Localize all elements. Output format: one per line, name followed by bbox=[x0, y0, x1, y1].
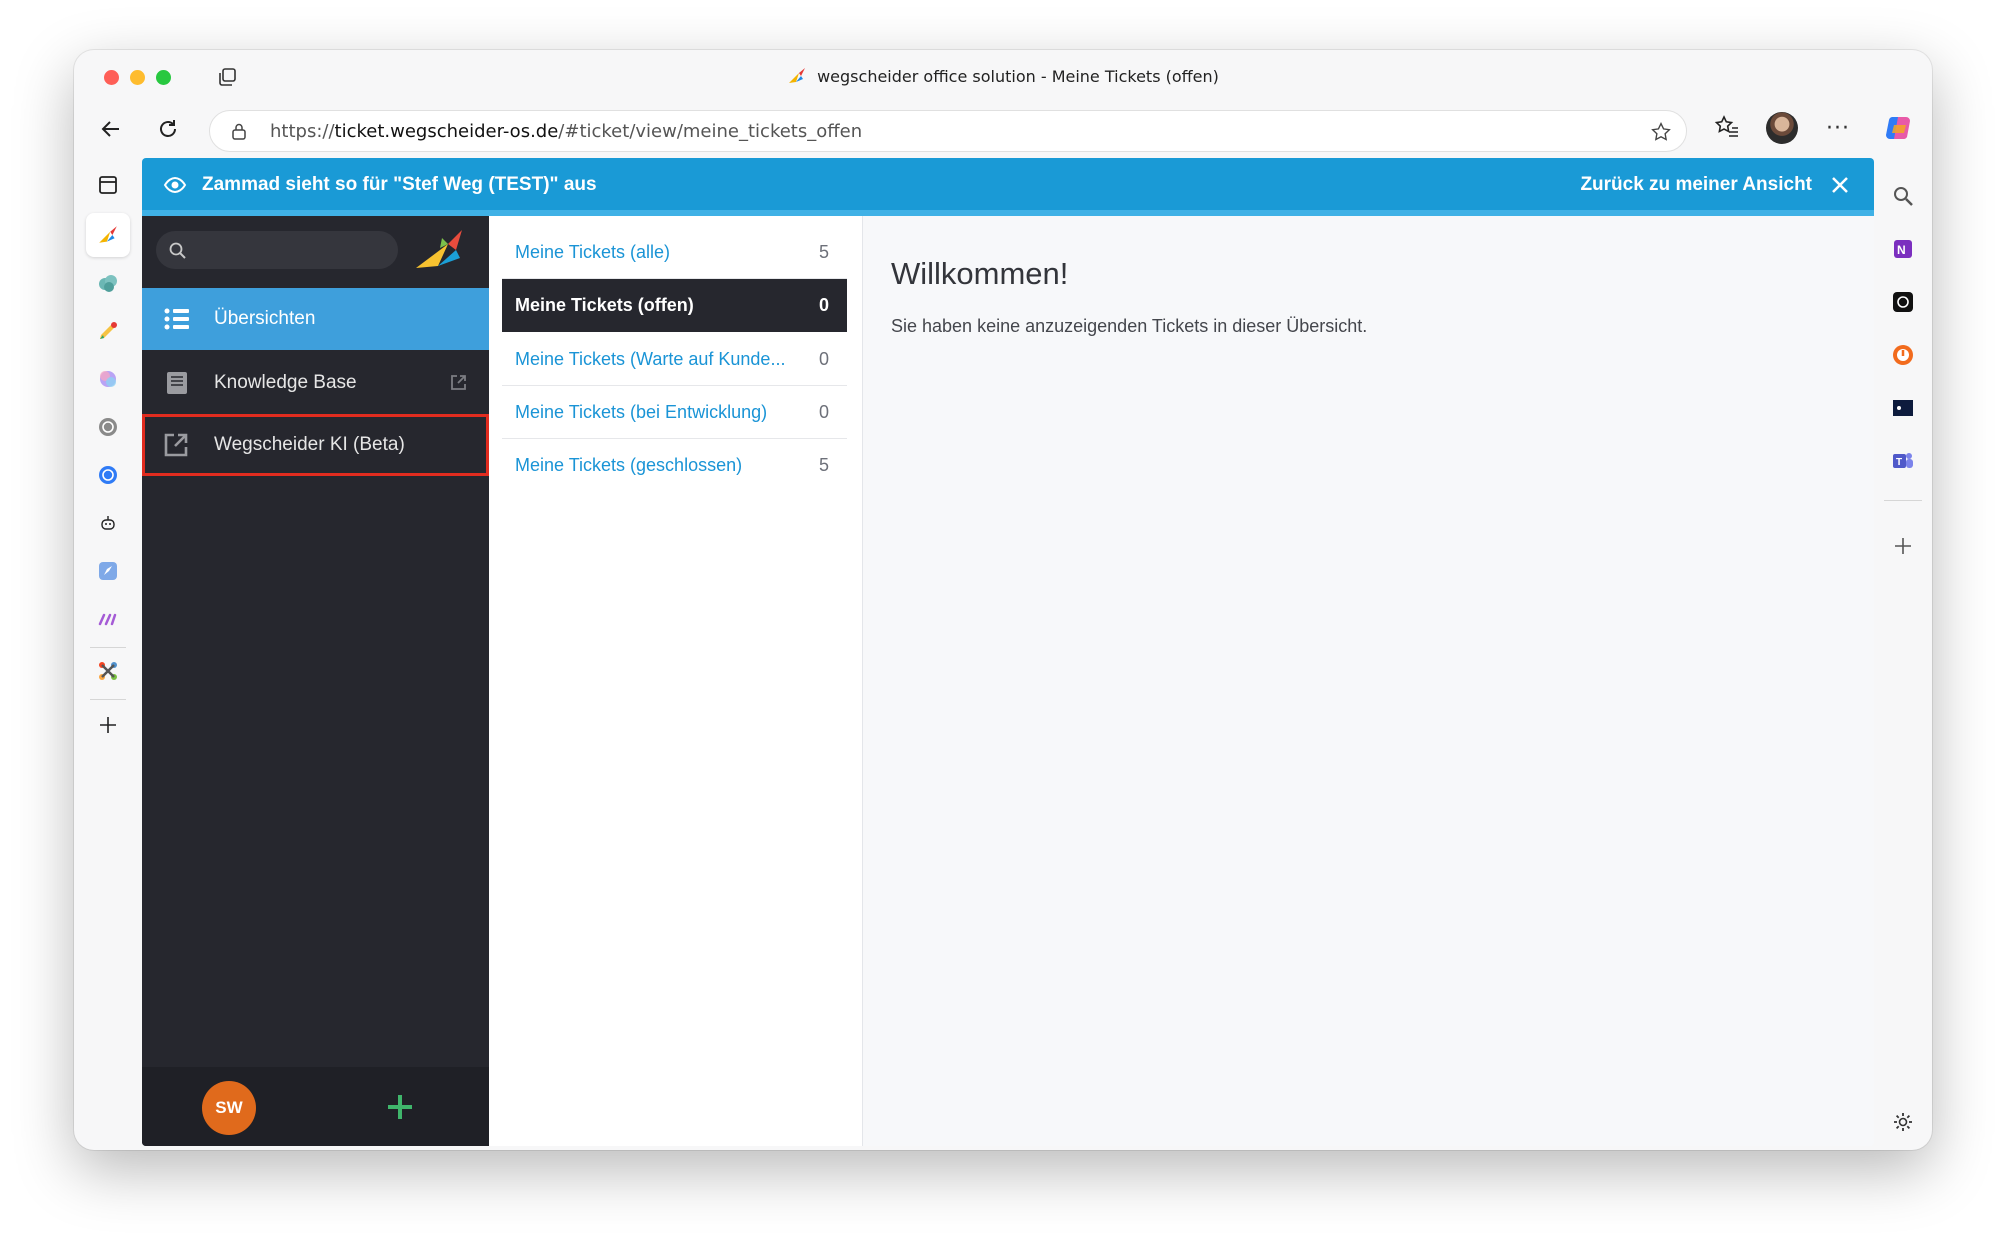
zammad-logo[interactable] bbox=[412, 224, 472, 274]
more-options-icon[interactable]: ··· bbox=[1826, 116, 1850, 141]
favorite-star-icon[interactable] bbox=[1650, 121, 1672, 143]
sidebar-divider bbox=[90, 699, 126, 700]
profile-avatar[interactable] bbox=[1766, 112, 1798, 144]
overview-label: Meine Tickets (offen) bbox=[515, 295, 694, 315]
reload-button[interactable] bbox=[153, 114, 183, 144]
make-app-icon[interactable] bbox=[93, 604, 123, 634]
browser-left-sidebar bbox=[74, 158, 142, 1150]
view-as-banner: Zammad sieht so für "Stef Weg (TEST)" au… bbox=[142, 158, 1874, 216]
nav-item-wegscheider-ki[interactable]: Wegscheider KI (Beta) bbox=[142, 414, 489, 476]
user-avatar[interactable]: SW bbox=[202, 1081, 256, 1135]
back-button[interactable] bbox=[96, 114, 126, 144]
list-icon bbox=[164, 308, 189, 330]
main-content: Willkommen! Sie haben keine anzuzeigende… bbox=[863, 216, 1874, 1146]
overview-label: Meine Tickets (bei Entwicklung) bbox=[515, 402, 768, 422]
favorites-icon[interactable] bbox=[1714, 114, 1740, 140]
search-icon[interactable] bbox=[1889, 182, 1917, 210]
teams-icon[interactable]: T bbox=[1889, 447, 1917, 475]
nav-item-label: Übersichten bbox=[214, 308, 316, 329]
dark-app-icon[interactable] bbox=[1889, 394, 1917, 422]
add-icon[interactable] bbox=[93, 710, 123, 740]
openai-app-icon[interactable] bbox=[93, 460, 123, 490]
overview-count: 5 bbox=[818, 455, 829, 475]
overview-item[interactable]: Meine Tickets (Warte auf Kunde... 0 bbox=[502, 333, 847, 386]
book-icon bbox=[167, 372, 187, 394]
close-icon[interactable] bbox=[1828, 173, 1852, 197]
settings-icon[interactable] bbox=[1889, 1108, 1917, 1136]
lock-icon[interactable] bbox=[230, 122, 248, 140]
overview-label: Meine Tickets (alle) bbox=[515, 242, 671, 262]
sidebar-divider bbox=[1884, 500, 1922, 501]
overview-item[interactable]: Meine Tickets (alle) 5 bbox=[502, 226, 847, 279]
svg-text:N: N bbox=[1897, 243, 1906, 257]
sidebar-panel-icon[interactable] bbox=[93, 170, 123, 200]
title-bar: wegscheider office solution - Meine Tick… bbox=[74, 50, 1932, 102]
nav-item-label: Wegscheider KI (Beta) bbox=[214, 434, 405, 455]
back-to-my-view-link[interactable]: Zurück zu meiner Ansicht bbox=[1580, 174, 1812, 196]
robot-app-icon[interactable] bbox=[93, 508, 123, 538]
zammad-app: Zammad sieht so für "Stef Weg (TEST)" au… bbox=[142, 158, 1874, 1146]
empty-state-message: Sie haben keine anzuzeigenden Tickets in… bbox=[891, 316, 1368, 336]
url-path: /#ticket/view/meine_tickets_offen bbox=[558, 121, 863, 142]
browser-window: wegscheider office solution - Meine Tick… bbox=[74, 50, 1932, 1150]
navigation-bar: https://ticket.wegscheider-os.de/#ticket… bbox=[74, 102, 1932, 158]
sidebar-divider bbox=[90, 647, 126, 648]
cloud-app-icon[interactable] bbox=[93, 268, 123, 298]
overview-item[interactable]: Meine Tickets (bei Entwicklung) 0 bbox=[502, 386, 847, 439]
zammad-app-icon[interactable] bbox=[86, 213, 130, 257]
nav-footer: SW bbox=[142, 1067, 489, 1146]
url-domain: ticket.wegscheider-os.de bbox=[334, 121, 559, 142]
search-input[interactable] bbox=[156, 231, 398, 269]
window-title: wegscheider office solution - Meine Tick… bbox=[74, 67, 1932, 86]
add-new-icon[interactable] bbox=[386, 1093, 414, 1121]
reload-icon bbox=[160, 120, 176, 137]
joomla-app-icon[interactable] bbox=[93, 656, 123, 686]
window-title-text: wegscheider office solution - Meine Tick… bbox=[817, 67, 1219, 86]
view-as-text: Zammad sieht so für "Stef Weg (TEST)" au… bbox=[202, 174, 597, 195]
copilot-icon[interactable] bbox=[1884, 113, 1914, 143]
address-bar[interactable]: https://ticket.wegscheider-os.de/#ticket… bbox=[209, 110, 1687, 152]
nav-item-overviews[interactable]: Übersichten bbox=[142, 288, 489, 350]
overview-label: Meine Tickets (Warte auf Kunde... bbox=[515, 349, 786, 369]
overview-count: 5 bbox=[818, 242, 829, 262]
onenote-icon[interactable]: N bbox=[1889, 235, 1917, 263]
overview-item-active[interactable]: Meine Tickets (offen) 0 bbox=[502, 279, 847, 332]
pencil-app-icon[interactable] bbox=[93, 316, 123, 346]
url-text[interactable]: https://ticket.wegscheider-os.de/#ticket… bbox=[270, 121, 862, 142]
search-icon bbox=[169, 242, 186, 259]
eye-icon bbox=[163, 176, 187, 194]
main-navigation: Übersichten Knowledge Base Wegscheider K… bbox=[142, 216, 489, 1146]
overview-count: 0 bbox=[818, 402, 829, 422]
external-link-icon bbox=[451, 375, 466, 390]
url-scheme: https:// bbox=[270, 121, 335, 142]
chatgpt-app-icon[interactable] bbox=[93, 412, 123, 442]
add-icon[interactable] bbox=[1889, 532, 1917, 560]
zammad-favicon-icon bbox=[789, 68, 806, 83]
external-link-icon bbox=[164, 433, 188, 457]
overview-item[interactable]: Meine Tickets (geschlossen) 5 bbox=[502, 439, 847, 492]
arrow-left-icon bbox=[101, 121, 119, 137]
svg-text:T: T bbox=[1896, 457, 1902, 468]
nav-item-label: Knowledge Base bbox=[214, 372, 357, 393]
page-title: Willkommen! bbox=[891, 256, 1069, 291]
overview-label: Meine Tickets (geschlossen) bbox=[515, 455, 743, 475]
overviews-list: Meine Tickets (alle) 5 Meine Tickets (of… bbox=[489, 216, 863, 1146]
rocket-app-icon[interactable] bbox=[93, 556, 123, 586]
chatgpt-icon[interactable] bbox=[1889, 288, 1917, 316]
nav-item-knowledge-base[interactable]: Knowledge Base bbox=[142, 352, 489, 414]
overview-count: 0 bbox=[818, 295, 829, 315]
power-icon[interactable] bbox=[1889, 341, 1917, 369]
overview-count: 0 bbox=[818, 349, 829, 369]
browser-right-sidebar: N T bbox=[1874, 158, 1932, 1150]
copilot-app-icon[interactable] bbox=[93, 364, 123, 394]
